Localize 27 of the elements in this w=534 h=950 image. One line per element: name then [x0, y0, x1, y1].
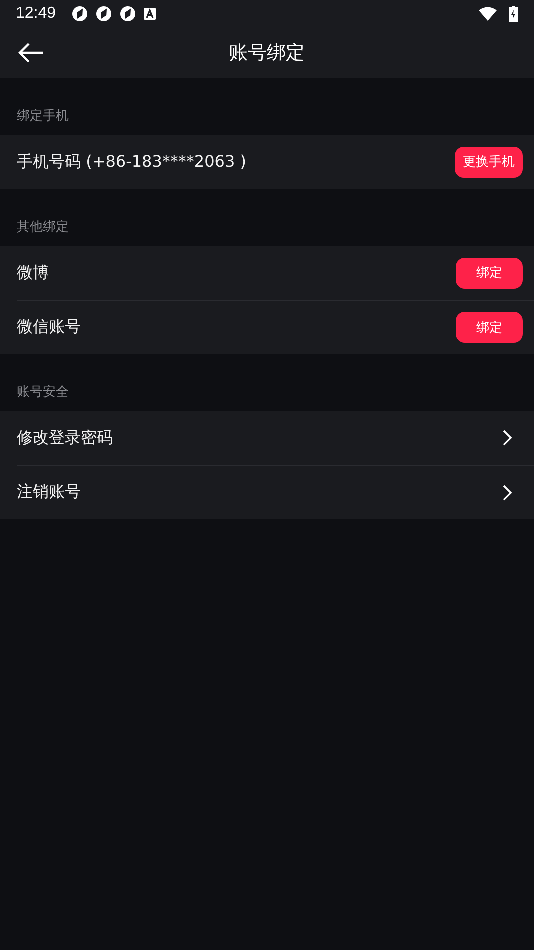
action-button[interactable]: 绑定	[456, 312, 523, 343]
settings-row[interactable]: 注销账号	[17, 465, 534, 519]
settings-row[interactable]: 微信账号 绑定	[17, 300, 534, 354]
chevron-right-icon	[502, 430, 512, 446]
row-label: 微信账号	[17, 317, 81, 338]
section-header: 其他绑定	[17, 218, 69, 236]
settings-row[interactable]: 手机号码 (+86-183****2063 ) 更换手机	[0, 135, 534, 189]
notification-icon	[144, 8, 156, 20]
chevron-right-icon	[502, 484, 512, 500]
settings-row[interactable]: 修改登录密码	[0, 411, 534, 465]
action-button[interactable]: 更换手机	[455, 146, 523, 178]
row-label: 微博	[17, 262, 49, 284]
section-header: 账号安全	[17, 384, 69, 400]
settings-row[interactable]: 微博 绑定	[0, 246, 534, 300]
section-header: 绑定手机	[17, 108, 69, 124]
notification-icon	[120, 6, 136, 22]
back-arrow-icon[interactable]	[18, 42, 44, 64]
battery-icon	[509, 6, 518, 22]
page-title: 账号绑定	[229, 41, 305, 66]
row-label: 注销账号	[17, 482, 81, 503]
row-label: 手机号码 (+86-183****2063 )	[17, 152, 246, 172]
action-button[interactable]: 绑定	[456, 258, 523, 288]
row-label: 修改登录密码	[17, 428, 113, 448]
notification-icon	[72, 6, 88, 22]
status-time: 12:49	[16, 5, 56, 23]
wifi-icon	[479, 7, 497, 21]
notification-icon	[96, 6, 112, 22]
